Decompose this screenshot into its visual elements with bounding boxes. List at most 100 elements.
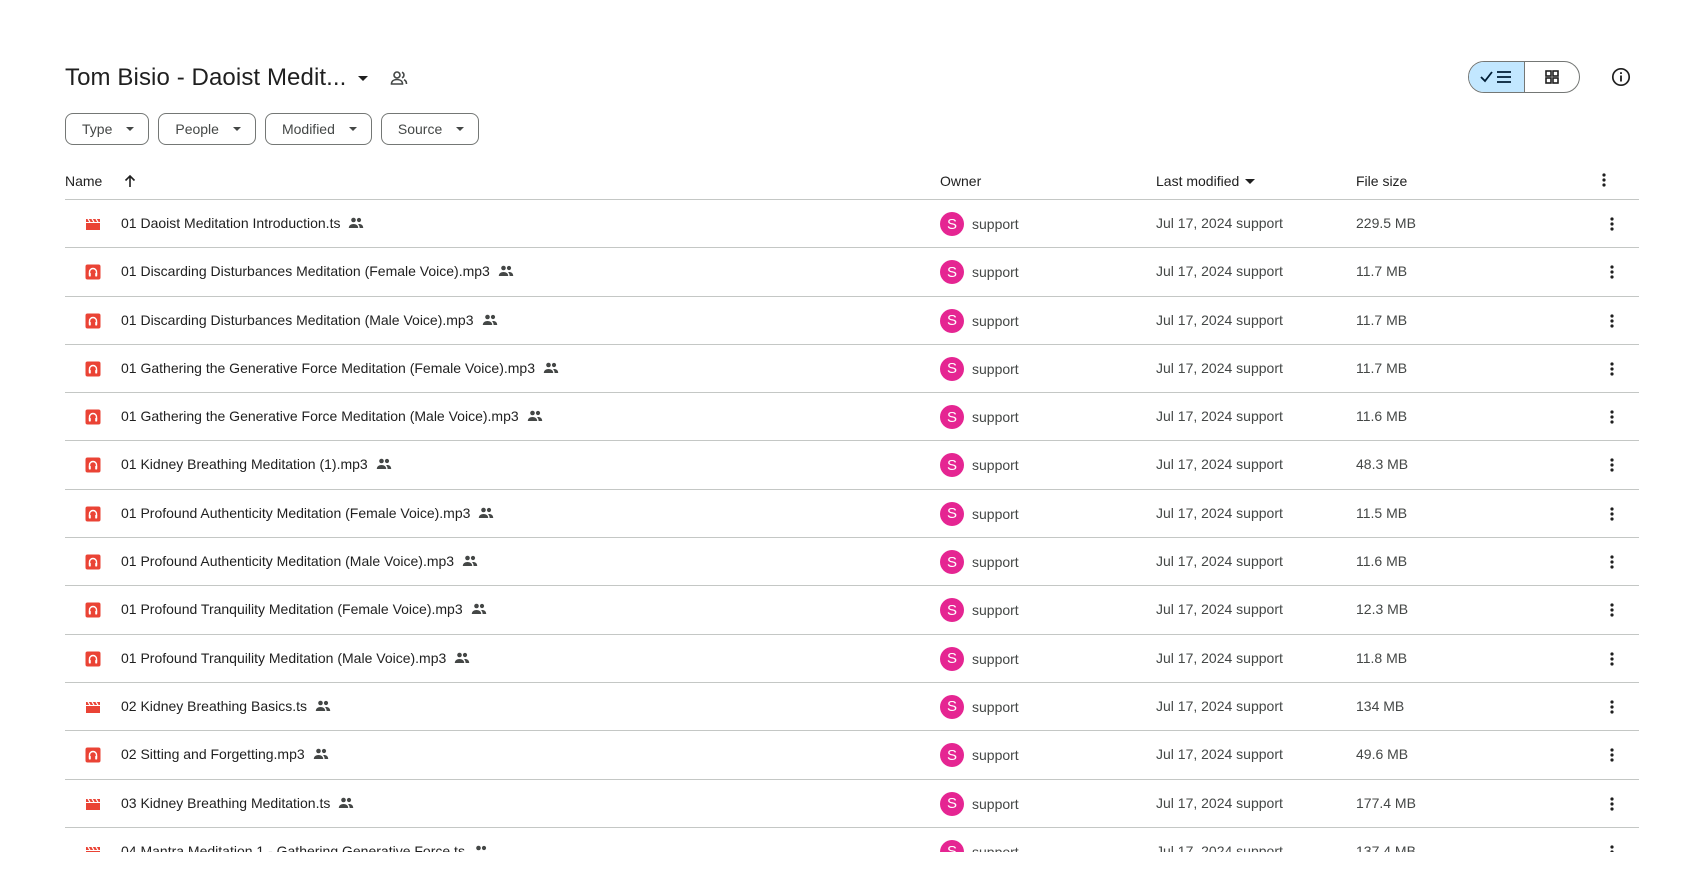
- file-row[interactable]: 02 Kidney Breathing Basics.ts Ssupport Jul…: [65, 683, 1639, 732]
- last-modified-cell: Jul 17, 2024 support: [1156, 649, 1283, 666]
- more-actions-icon[interactable]: [1602, 407, 1622, 427]
- audio-file-icon: [85, 554, 101, 570]
- file-name-cell[interactable]: 01 Gathering the Generative Force Medita…: [121, 408, 543, 424]
- file-name-cell[interactable]: 04 Mantra Meditation 1 - Gathering Gener…: [121, 843, 489, 852]
- file-name-cell[interactable]: 02 Sitting and Forgetting.mp3: [121, 746, 329, 762]
- file-name: 03 Kidney Breathing Meditation.ts: [121, 794, 331, 811]
- more-actions-icon[interactable]: [1602, 697, 1622, 717]
- shared-folder-people-icon[interactable]: [390, 68, 410, 88]
- file-size-cell: 48.3 MB: [1356, 456, 1409, 473]
- shared-people-icon: [313, 748, 329, 760]
- file-name-cell[interactable]: 01 Gathering the Generative Force Medita…: [121, 360, 559, 376]
- file-row[interactable]: 01 Discarding Disturbances Meditation (F…: [65, 248, 1639, 297]
- shared-people-icon: [454, 652, 470, 664]
- file-name-cell[interactable]: 01 Profound Authenticity Meditation (Fem…: [121, 505, 494, 521]
- avatar: S: [940, 356, 964, 381]
- audio-file-icon: [85, 602, 101, 618]
- filter-type-chip[interactable]: Type: [65, 113, 150, 145]
- owner-cell: Ssupport: [940, 308, 1019, 333]
- file-row[interactable]: 01 Gathering the Generative Force Medita…: [65, 345, 1639, 394]
- filter-source-chip[interactable]: Source: [380, 113, 480, 145]
- last-modified-cell: Jul 17, 2024 support: [1156, 697, 1283, 714]
- file-row[interactable]: 01 Kidney Breathing Meditation (1).mp3 Ss…: [65, 441, 1639, 490]
- file-row[interactable]: 02 Sitting and Forgetting.mp3 Ssupport Jul…: [65, 731, 1639, 780]
- owner-cell: Ssupport: [940, 598, 1019, 623]
- column-header-name[interactable]: Name: [65, 173, 136, 189]
- file-row[interactable]: 03 Kidney Breathing Meditation.ts Ssuppor…: [65, 780, 1639, 828]
- audio-file-icon: [85, 747, 101, 763]
- shared-people-icon: [338, 797, 354, 809]
- shared-people-icon: [527, 410, 543, 422]
- folder-title-button[interactable]: Tom Bisio - Daoist Medit...: [65, 58, 410, 98]
- owner-name: support: [972, 409, 1019, 426]
- file-name: 01 Profound Tranquility Meditation (Male…: [121, 649, 447, 666]
- file-row[interactable]: 04 Mantra Meditation 1 - Gathering Gener…: [65, 828, 1639, 852]
- last-modified-cell: Jul 17, 2024 support: [1156, 746, 1283, 763]
- file-size-cell: 11.6 MB: [1356, 553, 1408, 570]
- shared-people-icon: [471, 603, 487, 615]
- avatar: S: [940, 501, 964, 526]
- more-actions-icon[interactable]: [1602, 842, 1622, 852]
- file-name: 01 Gathering the Generative Force Medita…: [121, 408, 519, 425]
- file-name-cell[interactable]: 02 Kidney Breathing Basics.ts: [121, 698, 331, 714]
- file-size-cell: 177.4 MB: [1356, 794, 1416, 811]
- file-row[interactable]: 01 Profound Authenticity Meditation (Fem…: [65, 490, 1639, 539]
- file-name: 01 Daoist Meditation Introduction.ts: [121, 215, 341, 231]
- file-size-cell: 11.5 MB: [1356, 504, 1408, 521]
- column-header-owner[interactable]: Owner: [940, 173, 981, 189]
- column-header-file-size[interactable]: File size: [1356, 173, 1407, 189]
- file-name-cell[interactable]: 01 Profound Tranquility Meditation (Male…: [121, 650, 470, 666]
- file-row[interactable]: 01 Profound Tranquility Meditation (Male…: [65, 635, 1639, 683]
- file-row[interactable]: 01 Profound Authenticity Meditation (Mal…: [65, 538, 1639, 587]
- video-file-icon: [85, 699, 101, 715]
- more-actions-icon[interactable]: [1602, 649, 1622, 669]
- owner-cell: Ssupport: [940, 743, 1019, 768]
- avatar: S: [940, 453, 964, 478]
- file-name: 01 Discarding Disturbances Meditation (M…: [121, 311, 474, 328]
- file-name-cell[interactable]: 01 Daoist Meditation Introduction.ts: [121, 215, 364, 231]
- more-actions-icon[interactable]: [1602, 214, 1622, 234]
- list-view-button[interactable]: [1469, 62, 1525, 92]
- owner-name: support: [972, 360, 1019, 377]
- owner-name: support: [972, 650, 1019, 667]
- file-name-cell[interactable]: 01 Discarding Disturbances Meditation (F…: [121, 263, 514, 279]
- avatar: S: [940, 260, 964, 285]
- owner-name: support: [972, 457, 1019, 474]
- last-modified-cell: Jul 17, 2024 support: [1156, 794, 1283, 811]
- more-actions-icon[interactable]: [1602, 745, 1622, 765]
- column-label: Owner: [940, 173, 982, 189]
- more-actions-icon[interactable]: [1602, 504, 1622, 524]
- column-options-more-icon[interactable]: [1602, 173, 1606, 187]
- more-actions-icon[interactable]: [1602, 262, 1622, 282]
- caret-down-icon: [456, 127, 465, 131]
- more-actions-icon[interactable]: [1602, 794, 1622, 814]
- file-name-cell[interactable]: 01 Discarding Disturbances Meditation (M…: [121, 312, 498, 328]
- chip-label: Source: [397, 121, 443, 137]
- info-icon[interactable]: [1610, 66, 1632, 88]
- file-name-cell[interactable]: 01 Kidney Breathing Meditation (1).mp3: [121, 456, 392, 472]
- grid-view-button[interactable]: [1525, 62, 1580, 92]
- file-name: 01 Kidney Breathing Meditation (1).mp3: [121, 456, 368, 473]
- file-row[interactable]: 01 Daoist Meditation Introduction.ts Ssup…: [65, 200, 1639, 249]
- shared-people-icon: [482, 314, 498, 326]
- more-actions-icon[interactable]: [1602, 455, 1622, 475]
- shared-people-icon: [498, 265, 514, 277]
- filter-modified-chip[interactable]: Modified: [264, 113, 372, 145]
- file-row[interactable]: 01 Gathering the Generative Force Medita…: [65, 393, 1639, 442]
- arrow-up-icon[interactable]: [124, 174, 136, 188]
- file-name-cell[interactable]: 03 Kidney Breathing Meditation.ts: [121, 795, 354, 811]
- file-row[interactable]: 01 Discarding Disturbances Meditation (M…: [65, 297, 1639, 345]
- file-name-cell[interactable]: 01 Profound Tranquility Meditation (Fema…: [121, 601, 487, 617]
- column-header-last-modified[interactable]: Last modified: [1156, 173, 1256, 189]
- file-name-cell[interactable]: 01 Profound Authenticity Meditation (Mal…: [121, 553, 478, 569]
- more-actions-icon[interactable]: [1602, 600, 1622, 620]
- more-actions-icon[interactable]: [1602, 552, 1622, 572]
- filter-people-chip[interactable]: People: [158, 113, 256, 145]
- owner-name: support: [972, 554, 1019, 571]
- owner-name: support: [972, 698, 1019, 715]
- more-actions-icon[interactable]: [1602, 311, 1622, 331]
- file-row[interactable]: 01 Profound Tranquility Meditation (Fema…: [65, 586, 1639, 635]
- more-actions-icon[interactable]: [1602, 359, 1622, 379]
- file-size-cell: 11.6 MB: [1356, 408, 1408, 425]
- file-list-header: Name Owner Last modified File size: [65, 162, 1639, 200]
